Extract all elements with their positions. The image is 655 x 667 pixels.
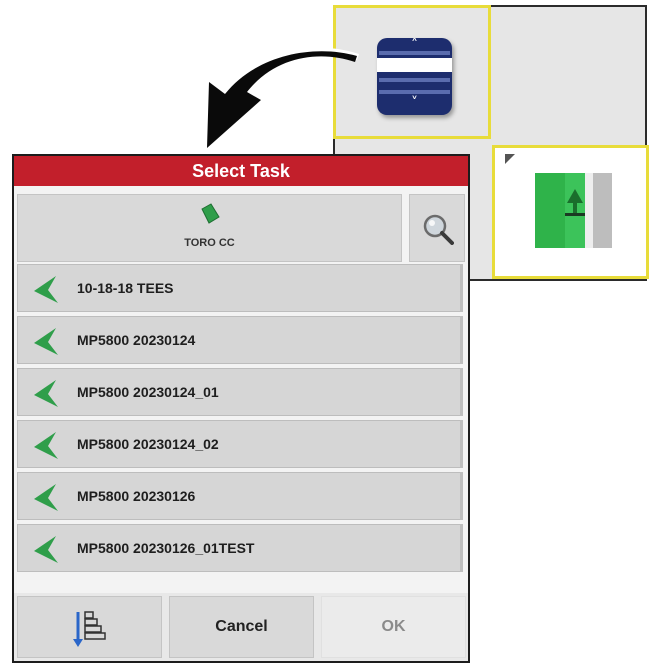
search-button[interactable] — [409, 194, 465, 262]
task-label: MP5800 20230124 — [77, 332, 196, 348]
farm-label: TORO CC — [184, 237, 235, 249]
task-label: MP5800 20230126 — [77, 488, 196, 504]
sort-list-icon — [73, 611, 106, 647]
green-leaf-icon — [34, 328, 58, 355]
list-item[interactable]: 10-18-18 TEES — [17, 264, 463, 312]
scroll-widget-icon[interactable]: ˄ ˅ — [377, 38, 452, 115]
green-leaf-icon — [34, 276, 58, 303]
task-label: MP5800 20230126_01TEST — [77, 540, 255, 556]
list-item[interactable]: MP5800 20230126_01TEST — [17, 524, 463, 572]
cancel-button[interactable]: Cancel — [169, 596, 314, 658]
farm-field-icon — [201, 203, 220, 224]
guidance-widget[interactable] — [492, 145, 649, 279]
task-list: 10-18-18 TEES MP5800 20230124 MP5800 202… — [17, 264, 463, 576]
task-label: MP5800 20230124_01 — [77, 384, 219, 400]
select-task-dialog: Select Task TORO CC 10-18-18 TEES MP5800… — [12, 154, 470, 663]
green-leaf-icon — [34, 536, 58, 563]
curved-arrow-icon — [203, 48, 359, 153]
magnifier-icon — [423, 214, 454, 245]
task-label: 10-18-18 TEES — [77, 280, 174, 296]
list-item[interactable]: MP5800 20230126 — [17, 472, 463, 520]
dialog-footer: Cancel OK — [14, 593, 468, 661]
list-item[interactable]: MP5800 20230124 — [17, 316, 463, 364]
green-leaf-icon — [34, 380, 58, 407]
green-leaf-icon — [34, 484, 58, 511]
farm-button[interactable]: TORO CC — [17, 194, 402, 262]
list-item[interactable]: MP5800 20230124_01 — [17, 368, 463, 416]
top-row: TORO CC — [17, 194, 465, 262]
task-label: MP5800 20230124_02 — [77, 436, 219, 452]
guidance-lane-icon — [535, 173, 612, 248]
dialog-title: Select Task — [14, 156, 468, 186]
list-item[interactable]: MP5800 20230124_02 — [17, 420, 463, 468]
sort-button[interactable] — [17, 596, 162, 658]
corner-marker-icon — [505, 154, 515, 164]
green-leaf-icon — [34, 432, 58, 459]
ok-button[interactable]: OK — [321, 596, 466, 658]
